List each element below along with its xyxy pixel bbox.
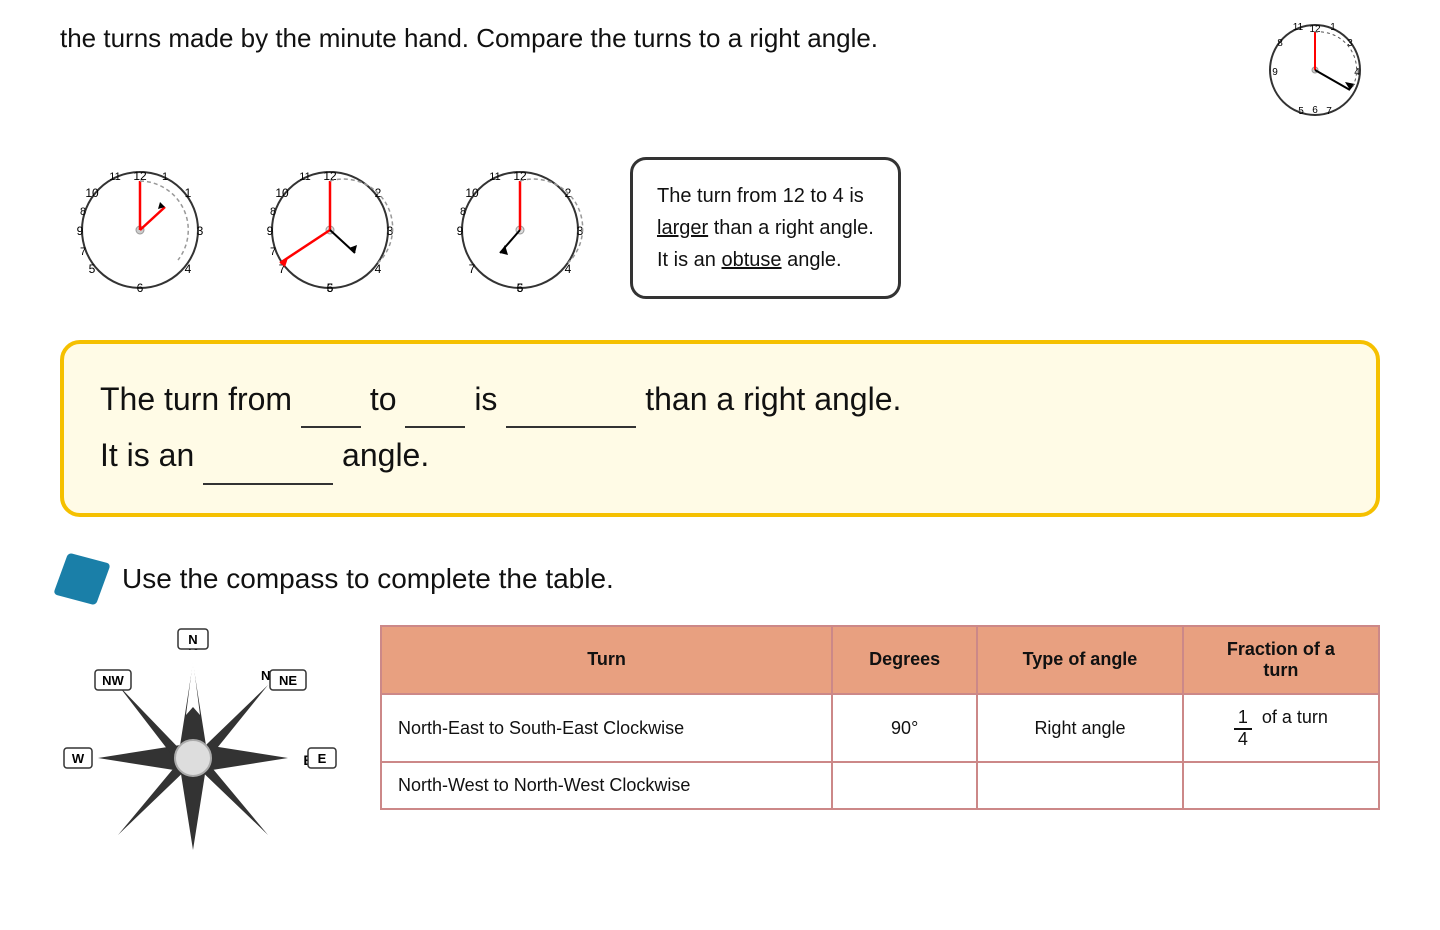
svg-text:5: 5 bbox=[89, 262, 96, 276]
svg-text:1: 1 bbox=[185, 186, 192, 200]
blue-diamond-icon bbox=[53, 552, 111, 605]
col-type-header: Type of angle bbox=[977, 626, 1182, 694]
compass-table: Turn Degrees Type of angle Fraction of a… bbox=[380, 625, 1380, 811]
table-header-row: Turn Degrees Type of angle Fraction of a… bbox=[381, 626, 1379, 694]
fill-in-box: The turn from to is than a right angle. … bbox=[60, 340, 1380, 517]
clock-1: 12 1 3 4 6 5 9 10 11 1 8 7 bbox=[60, 145, 220, 310]
svg-text:4: 4 bbox=[185, 262, 192, 276]
bottom-area: N NE E W NW bbox=[60, 625, 1380, 890]
row2-fraction bbox=[1183, 762, 1379, 809]
larger-text: larger bbox=[657, 217, 708, 239]
row1-turn: North-East to South-East Clockwise bbox=[381, 694, 832, 763]
svg-text:1: 1 bbox=[1330, 22, 1336, 33]
svg-text:6: 6 bbox=[137, 281, 144, 295]
svg-text:4: 4 bbox=[1354, 67, 1360, 78]
table-row: North-East to South-East Clockwise 90° R… bbox=[381, 694, 1379, 763]
row2-turn: North-West to North-West Clockwise bbox=[381, 762, 832, 809]
fill-blank4 bbox=[203, 428, 333, 484]
fill-text5: It is an bbox=[100, 437, 194, 473]
svg-text:11: 11 bbox=[299, 171, 310, 183]
svg-text:8: 8 bbox=[1277, 38, 1283, 49]
svg-text:11: 11 bbox=[109, 171, 120, 183]
svg-text:8: 8 bbox=[460, 206, 466, 218]
svg-text:4: 4 bbox=[375, 262, 382, 276]
fill-text4: than a right angle. bbox=[645, 381, 901, 417]
svg-text:9: 9 bbox=[1272, 67, 1278, 78]
compass-section-label: Use the compass to complete the table. bbox=[122, 563, 614, 595]
info-line1: The turn from 12 to 4 is larger than a r… bbox=[657, 185, 874, 271]
svg-text:3: 3 bbox=[197, 224, 204, 238]
svg-text:NE: NE bbox=[279, 673, 297, 688]
obtuse-text: obtuse bbox=[721, 249, 781, 271]
svg-text:11: 11 bbox=[1293, 22, 1304, 33]
row1-degrees: 90° bbox=[832, 694, 977, 763]
fill-text6: angle. bbox=[342, 437, 429, 473]
fill-text2: to bbox=[370, 381, 406, 417]
compass-section-header: Use the compass to complete the table. bbox=[60, 557, 1380, 601]
svg-text:8: 8 bbox=[80, 206, 86, 218]
svg-text:5: 5 bbox=[1298, 106, 1304, 117]
fill-text1: The turn from bbox=[100, 381, 292, 417]
svg-text:3: 3 bbox=[1347, 38, 1353, 49]
svg-text:11: 11 bbox=[489, 171, 500, 183]
compass-diagram: N NE E W NW bbox=[60, 625, 340, 890]
svg-text:4: 4 bbox=[565, 262, 572, 276]
svg-text:10: 10 bbox=[85, 186, 99, 200]
table-row: North-West to North-West Clockwise bbox=[381, 762, 1379, 809]
svg-text:E: E bbox=[318, 751, 327, 766]
clocks-row: 12 1 3 4 6 5 9 10 11 1 8 7 bbox=[60, 145, 1380, 310]
col-degrees-header: Degrees bbox=[832, 626, 977, 694]
svg-text:7: 7 bbox=[80, 246, 86, 258]
svg-text:7: 7 bbox=[469, 262, 476, 276]
svg-text:9: 9 bbox=[77, 224, 84, 238]
top-instruction-text: the turns made by the minute hand. Compa… bbox=[60, 20, 1230, 56]
top-clock: 12 3 4 6 9 8 11 1 5 7 bbox=[1250, 10, 1380, 125]
svg-text:7: 7 bbox=[1326, 106, 1332, 117]
svg-text:N: N bbox=[188, 632, 197, 647]
svg-text:10: 10 bbox=[465, 186, 479, 200]
fill-in-line2: It is an angle. bbox=[100, 428, 1340, 484]
svg-text:9: 9 bbox=[457, 224, 464, 238]
svg-text:8: 8 bbox=[270, 206, 276, 218]
row1-type: Right angle bbox=[977, 694, 1182, 763]
row1-fraction: 1 4 of a turn bbox=[1183, 694, 1379, 763]
svg-text:NW: NW bbox=[102, 673, 124, 688]
clock-3: 12 11 10 9 7 6 4 3 2 8 5 bbox=[440, 145, 600, 310]
fraction-display: 1 4 bbox=[1234, 708, 1252, 750]
info-box: The turn from 12 to 4 is larger than a r… bbox=[630, 157, 901, 299]
row2-degrees bbox=[832, 762, 977, 809]
fill-in-line1: The turn from to is than a right angle. bbox=[100, 372, 1340, 428]
svg-text:7: 7 bbox=[270, 246, 276, 258]
svg-text:9: 9 bbox=[267, 224, 274, 238]
col-fraction-header: Fraction of aturn bbox=[1183, 626, 1379, 694]
svg-text:1: 1 bbox=[162, 171, 168, 183]
svg-text:5: 5 bbox=[327, 281, 334, 295]
svg-text:6: 6 bbox=[1312, 105, 1318, 116]
svg-text:10: 10 bbox=[275, 186, 289, 200]
fill-blank2 bbox=[405, 372, 465, 428]
col-turn-header: Turn bbox=[381, 626, 832, 694]
svg-text:W: W bbox=[72, 751, 85, 766]
fill-blank3 bbox=[506, 372, 636, 428]
fill-blank1 bbox=[301, 372, 361, 428]
row2-type bbox=[977, 762, 1182, 809]
fill-text3: is bbox=[474, 381, 506, 417]
clock-2: 12 11 10 9 7 6 4 3 2 8 7 5 bbox=[250, 145, 410, 310]
svg-text:5: 5 bbox=[517, 281, 524, 295]
instruction-text: the turns made by the minute hand. Compa… bbox=[60, 23, 878, 53]
